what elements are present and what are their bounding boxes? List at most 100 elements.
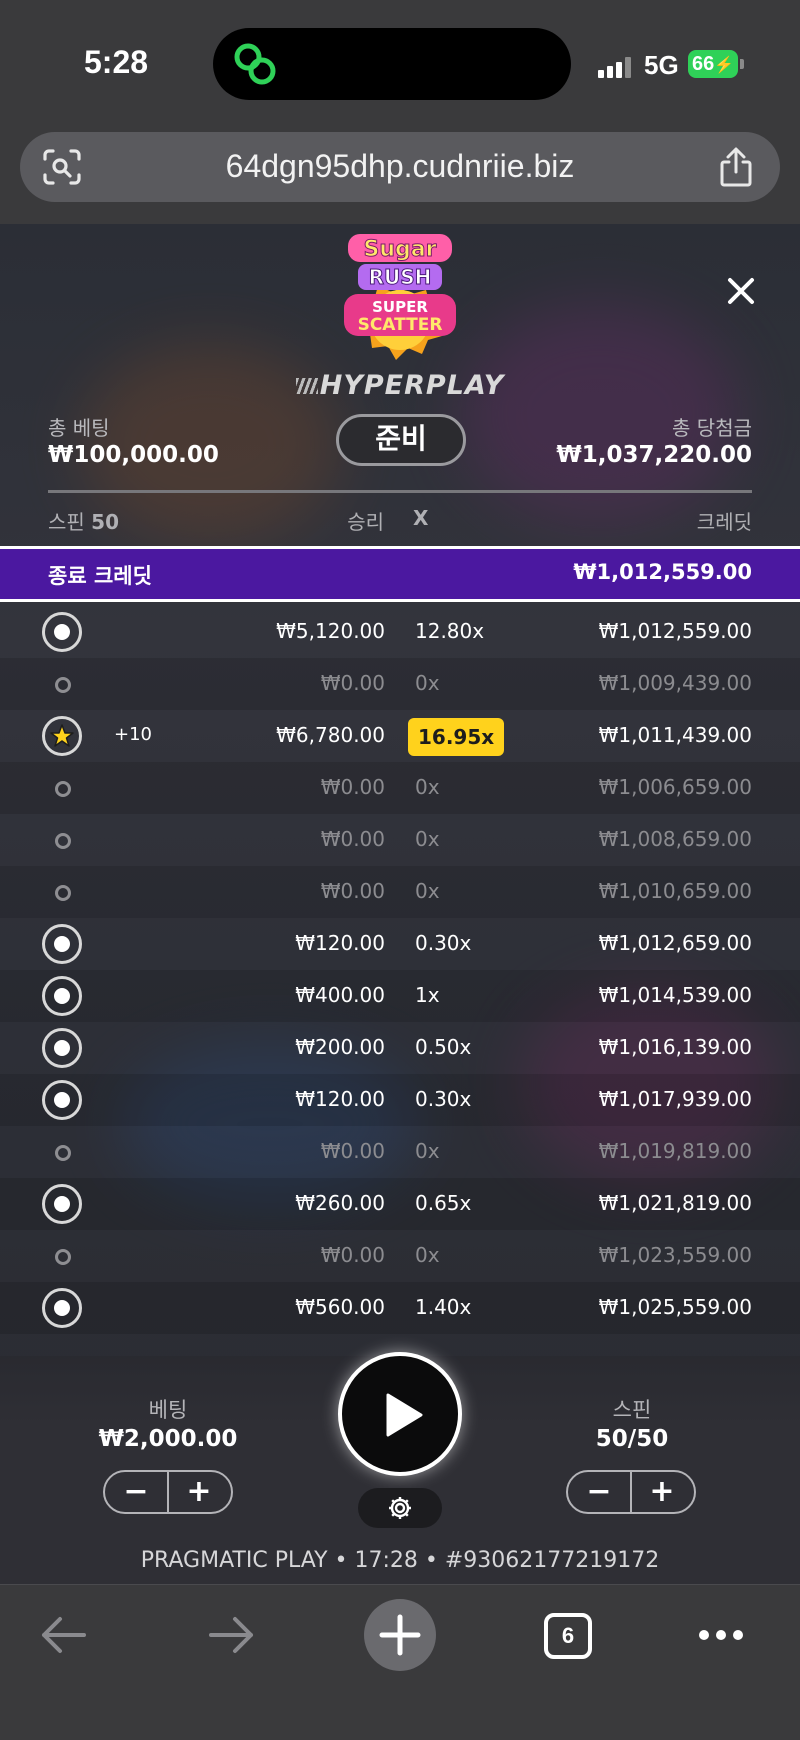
- row-credit: ₩1,016,139.00: [598, 1035, 752, 1059]
- spins-stepper: − +: [566, 1470, 696, 1514]
- row-multiplier: 0x: [415, 775, 440, 799]
- row-win: ₩560.00: [295, 1295, 385, 1319]
- row-multiplier: 0x: [415, 879, 440, 903]
- spin-history-list[interactable]: ₩5,120.00 12.80x ₩1,012,559.00 ₩0.00 0x ₩1,00…: [0, 606, 800, 1356]
- bottom-controls: 베팅 ₩2,000.00 − + 스핀 50/50 − + PRAGMATIC …: [0, 1352, 800, 1584]
- history-row[interactable]: ₩0.00 0x ₩1,006,659.00: [0, 762, 800, 814]
- battery-icon: 66⚡: [688, 50, 744, 78]
- svg-text:SCATTER: SCATTER: [358, 315, 443, 335]
- row-multiplier: 0x: [415, 671, 440, 695]
- tab-count: 6: [561, 1623, 575, 1648]
- history-row[interactable]: ₩260.00 0.65x ₩1,021,819.00: [0, 1178, 800, 1230]
- spin-empty-icon: [42, 1236, 82, 1276]
- bet-decrease-button[interactable]: −: [105, 1472, 169, 1512]
- back-arrow-icon[interactable]: [38, 1613, 88, 1657]
- spin-win-icon: [42, 1288, 82, 1328]
- history-row[interactable]: ₩120.00 0.30x ₩1,012,659.00: [0, 918, 800, 970]
- tabs-button[interactable]: 6: [544, 1613, 592, 1659]
- sugar-rush-logo: Sugar RUSH SUPER SCATTER: [344, 234, 456, 360]
- more-options-icon[interactable]: [696, 1623, 746, 1647]
- spin-count: 50: [91, 510, 120, 534]
- star-icon: [42, 716, 82, 756]
- history-row[interactable]: ₩5,120.00 12.80x ₩1,012,559.00: [0, 606, 800, 658]
- bet-value: ₩2,000.00: [98, 1426, 238, 1452]
- column-header-multiplier: X: [413, 506, 429, 530]
- settings-button[interactable]: [358, 1488, 442, 1528]
- row-win: ₩6,780.00: [276, 723, 385, 747]
- total-bet-label: 총 베팅: [48, 416, 110, 440]
- share-icon[interactable]: [718, 146, 754, 188]
- row-win: ₩5,120.00: [276, 619, 385, 643]
- new-tab-button[interactable]: [364, 1599, 436, 1671]
- spins-label: 스핀: [612, 1398, 652, 1422]
- url-text[interactable]: 64dgn95dhp.cudnriie.biz: [20, 148, 780, 185]
- address-bar[interactable]: 64dgn95dhp.cudnriie.biz: [20, 132, 780, 202]
- row-win: ₩260.00: [295, 1191, 385, 1215]
- final-credit-value: ₩1,012,559.00: [573, 560, 752, 584]
- spins-value: 50/50: [595, 1426, 669, 1452]
- clock: 5:28: [84, 44, 149, 80]
- bet-increase-button[interactable]: +: [167, 1472, 231, 1512]
- row-win: ₩120.00: [295, 931, 385, 955]
- spin-win-icon: [42, 612, 82, 652]
- row-multiplier: 0.30x: [415, 1087, 472, 1111]
- column-header-credit: 크레딧: [696, 510, 752, 534]
- history-row[interactable]: ₩0.00 0x ₩1,008,659.00: [0, 814, 800, 866]
- spin-win-icon: [42, 1080, 82, 1120]
- row-win: ₩0.00: [320, 671, 385, 695]
- spins-increase-button[interactable]: +: [630, 1472, 694, 1512]
- history-row[interactable]: ₩560.00 1.40x ₩1,025,559.00: [0, 1282, 800, 1334]
- dynamic-island: [213, 28, 571, 100]
- spin-empty-icon: [42, 768, 82, 808]
- status-bar: 5:28 5G 66⚡: [0, 0, 800, 130]
- row-multiplier: 0.30x: [415, 931, 472, 955]
- total-win-value: ₩1,037,220.00: [556, 442, 752, 468]
- row-multiplier: 0x: [415, 827, 440, 851]
- spin-empty-icon: [42, 1132, 82, 1172]
- row-multiplier: 1.40x: [415, 1295, 472, 1319]
- spins-decrease-button[interactable]: −: [568, 1472, 632, 1512]
- spin-win-icon: [42, 1184, 82, 1224]
- history-row[interactable]: ₩120.00 0.30x ₩1,017,939.00: [0, 1074, 800, 1126]
- column-header-win: 승리: [347, 510, 384, 534]
- close-icon[interactable]: [724, 274, 758, 308]
- spin-win-icon: [42, 924, 82, 964]
- spin-empty-icon: [42, 664, 82, 704]
- play-button[interactable]: [338, 1352, 462, 1476]
- row-multiplier: 0x: [415, 1243, 440, 1267]
- row-credit: ₩1,008,659.00: [598, 827, 752, 851]
- row-multiplier: 1x: [415, 983, 440, 1007]
- total-win-label: 총 당첨금: [672, 416, 752, 440]
- history-row[interactable]: +10 ₩6,780.00 16.95x ₩1,011,439.00: [0, 710, 800, 762]
- spin-win-icon: [42, 1028, 82, 1068]
- game-footer-info: PRAGMATIC PLAY • 17:28 • #93062177219172: [140, 1548, 660, 1573]
- svg-text:Sugar: Sugar: [364, 237, 437, 262]
- history-row[interactable]: ₩0.00 0x ₩1,009,439.00: [0, 658, 800, 710]
- play-icon: [386, 1393, 423, 1437]
- row-credit: ₩1,010,659.00: [598, 879, 752, 903]
- multiplier-badge: 16.95x: [408, 718, 505, 756]
- plus-icon: [379, 1614, 421, 1656]
- spin-header-label: 스핀: [48, 510, 85, 534]
- row-multiplier: 0.50x: [415, 1035, 472, 1059]
- row-credit: ₩1,017,939.00: [598, 1087, 752, 1111]
- history-row[interactable]: ₩0.00 0x ₩1,023,559.00: [0, 1230, 800, 1282]
- row-multiplier: 0x: [415, 1139, 440, 1163]
- column-header-spin: 스핀 50: [48, 506, 119, 535]
- game-history-panel: Sugar RUSH SUPER SCATTER HYPERPLAY 총 베팅 …: [0, 224, 800, 1584]
- gear-icon: [389, 1497, 411, 1519]
- battery-level: 66: [692, 53, 715, 75]
- ready-button[interactable]: 준비: [336, 414, 466, 466]
- row-credit: ₩1,006,659.00: [598, 775, 752, 799]
- row-win: ₩0.00: [320, 775, 385, 799]
- forward-arrow-icon[interactable]: [207, 1613, 257, 1657]
- final-credit-row: 종료 크레딧 ₩1,012,559.00: [0, 546, 800, 602]
- history-row[interactable]: ₩0.00 0x ₩1,010,659.00: [0, 866, 800, 918]
- network-type: 5G: [644, 50, 679, 80]
- bet-stepper: − +: [103, 1470, 233, 1514]
- row-win: ₩200.00: [295, 1035, 385, 1059]
- row-multiplier: 12.80x: [415, 619, 485, 643]
- history-row[interactable]: ₩400.00 1x ₩1,014,539.00: [0, 970, 800, 1022]
- history-row[interactable]: ₩0.00 0x ₩1,019,819.00: [0, 1126, 800, 1178]
- history-row[interactable]: ₩200.00 0.50x ₩1,016,139.00: [0, 1022, 800, 1074]
